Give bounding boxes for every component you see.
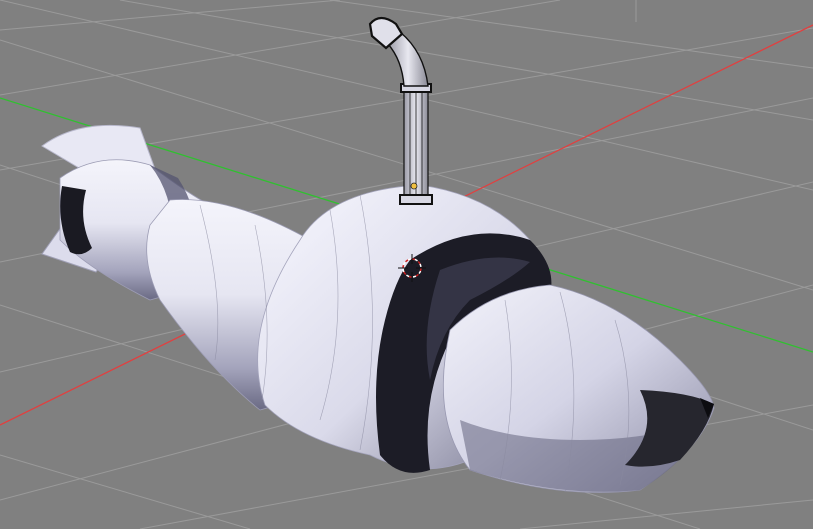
viewport-canvas[interactable] <box>0 0 813 529</box>
3d-viewport[interactable] <box>0 0 813 529</box>
pipe-collar-bottom <box>399 194 433 205</box>
object-origin-icon[interactable] <box>410 182 418 190</box>
submarine-mesh[interactable] <box>41 124 715 493</box>
snorkel-pipe[interactable] <box>368 16 433 205</box>
